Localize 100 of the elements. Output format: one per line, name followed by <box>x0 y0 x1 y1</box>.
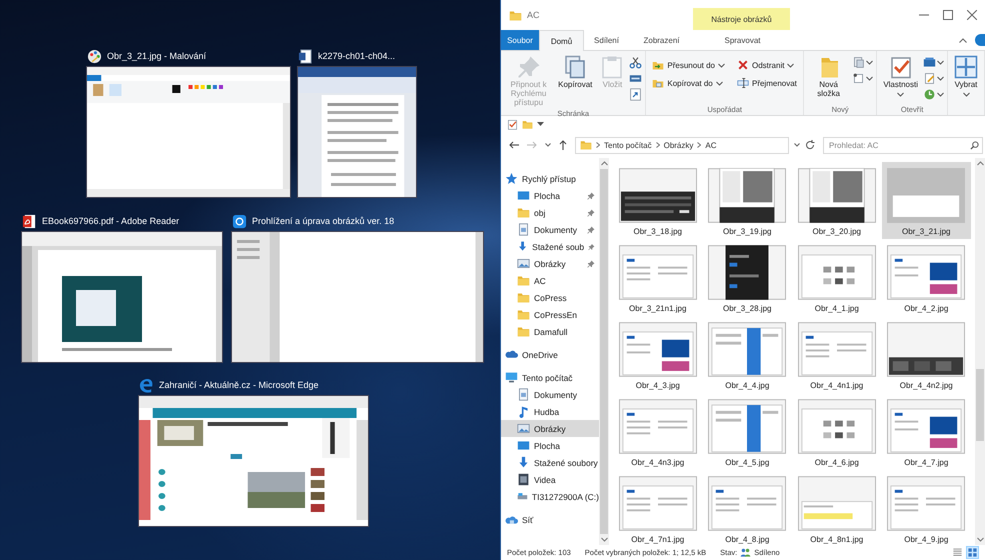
folder-arrow-icon <box>652 59 664 71</box>
ribbon-button[interactable]: Přejmenovat <box>734 74 800 92</box>
nav-item[interactable]: CoPress <box>501 289 599 306</box>
ribbon-tab[interactable]: Sdílení <box>584 30 629 50</box>
scroll-down-icon[interactable] <box>600 537 608 542</box>
palette-icon <box>87 48 102 64</box>
help-icon[interactable] <box>975 34 985 46</box>
folder-icon <box>517 274 530 287</box>
ribbon-button[interactable] <box>923 72 944 85</box>
shortcut-icon <box>629 88 642 101</box>
nav-item[interactable]: CoPressEn <box>501 306 599 323</box>
ribbon-tab[interactable]: Spravovat <box>694 30 791 50</box>
window-title: AC <box>527 10 540 20</box>
up-arrow-icon[interactable] <box>559 140 567 150</box>
large-icons-view-icon[interactable] <box>966 546 979 559</box>
file-item[interactable]: Obr_3_19.jpg <box>702 162 792 239</box>
ribbon-button[interactable]: Vybrat <box>951 54 981 98</box>
nav-item[interactable]: Stažené soub <box>501 238 599 255</box>
file-item[interactable]: Obr_3_21n1.jpg <box>613 239 702 316</box>
caret-icon <box>866 60 874 65</box>
file-item[interactable]: Obr_4_4n2.jpg <box>882 316 971 393</box>
scrollbar-thumb[interactable] <box>976 369 984 441</box>
nav-item[interactable]: Dokumenty <box>501 221 599 238</box>
ribbon-button[interactable] <box>923 56 944 69</box>
nav-item[interactable]: Stažené soubory <box>501 454 599 471</box>
nav-item[interactable]: Plocha <box>501 437 599 454</box>
window-preview[interactable] <box>139 396 368 526</box>
ribbon-button[interactable] <box>629 88 642 101</box>
nav-item[interactable]: Dokumenty <box>501 386 599 403</box>
nav-item[interactable]: Obrázky <box>501 420 599 437</box>
ribbon-tab[interactable]: Soubor <box>501 30 539 50</box>
caret-icon[interactable] <box>545 143 551 147</box>
nav-item[interactable]: Tento počítač <box>501 369 599 386</box>
nav-item[interactable]: obj <box>501 204 599 221</box>
file-item[interactable]: Obr_4_4n1.jpg <box>792 316 882 393</box>
ribbon-button[interactable]: Vlastnosti <box>880 54 921 98</box>
scroll-up-icon[interactable] <box>600 161 608 166</box>
file-item[interactable]: Obr_4_2.jpg <box>882 239 971 316</box>
file-item[interactable]: Obr_4_4n3.jpg <box>613 393 702 470</box>
file-item[interactable]: Obr_4_4.jpg <box>702 316 792 393</box>
file-item[interactable]: Obr_3_18.jpg <box>613 162 702 239</box>
file-item[interactable]: Obr_4_3.jpg <box>613 316 702 393</box>
document-icon <box>517 388 530 401</box>
file-item[interactable]: Obr_3_28.jpg <box>702 239 792 316</box>
ribbon-button[interactable] <box>852 72 874 85</box>
ribbon-button[interactable]: Kopírovat do <box>649 74 728 92</box>
maximize-button[interactable] <box>943 10 953 20</box>
caret-icon <box>937 76 944 81</box>
ribbon-tab[interactable]: Zobrazení <box>629 30 694 50</box>
scroll-down-icon[interactable] <box>976 537 984 542</box>
file-item[interactable]: Obr_4_6.jpg <box>792 393 882 470</box>
file-item[interactable]: Obr_4_7n1.jpg <box>613 470 702 545</box>
ribbon-button[interactable]: Odstranit <box>734 56 800 74</box>
nav-item[interactable]: Plocha <box>501 187 599 204</box>
file-item[interactable]: Obr_3_21.jpg <box>882 162 971 239</box>
checklist-icon[interactable] <box>507 118 518 130</box>
file-item[interactable]: Obr_4_5.jpg <box>702 393 792 470</box>
nav-item[interactable]: Rychlý přístup <box>501 170 599 187</box>
copy-icon <box>563 55 588 79</box>
address-bar[interactable]: Tento počítač Obrázky AC <box>575 136 789 154</box>
file-item[interactable]: Obr_3_20.jpg <box>792 162 882 239</box>
nav-item[interactable]: Hudba <box>501 403 599 420</box>
refresh-icon[interactable] <box>805 140 815 150</box>
file-item[interactable]: Obr_4_8n1.jpg <box>792 470 882 545</box>
folder-icon <box>509 8 522 22</box>
file-item[interactable]: Obr_4_8.jpg <box>702 470 792 545</box>
nav-item[interactable]: Síť <box>501 511 599 528</box>
caret-icon[interactable] <box>794 143 800 147</box>
breadcrumb[interactable]: Obrázky <box>664 140 694 150</box>
window-preview[interactable] <box>22 232 222 362</box>
folder-icon <box>580 139 592 151</box>
nav-item[interactable]: OneDrive <box>501 346 599 363</box>
ribbon-button[interactable]: Nová složka <box>806 54 850 100</box>
collapse-ribbon-icon[interactable] <box>959 38 967 42</box>
delete-icon <box>736 59 749 71</box>
nav-item[interactable]: Videa <box>501 471 599 488</box>
nav-item[interactable]: Obrázky <box>501 255 599 272</box>
desktop-icon <box>517 189 530 202</box>
ribbon-button[interactable] <box>629 56 642 69</box>
ribbon-button[interactable]: Kopírovat <box>555 54 596 91</box>
ribbon-button[interactable] <box>923 88 944 101</box>
file-item[interactable]: Obr_4_7.jpg <box>882 393 971 470</box>
breadcrumb[interactable]: Tento počítač <box>604 140 652 150</box>
search-field[interactable]: Prohledat: AC <box>823 136 983 154</box>
file-item[interactable]: Obr_4_9.jpg <box>882 470 971 545</box>
window-preview[interactable] <box>298 67 416 197</box>
nav-item[interactable]: TI31272900A (C:) <box>501 488 599 505</box>
ribbon-tab[interactable]: Domů <box>539 30 584 51</box>
cloud-icon <box>505 348 518 361</box>
scroll-up-icon[interactable] <box>976 161 984 166</box>
ribbon-button[interactable] <box>852 56 874 69</box>
dropdown-icon[interactable] <box>537 122 544 126</box>
file-item[interactable]: Obr_4_1.jpg <box>792 239 882 316</box>
ribbon-button[interactable]: Přesunout do <box>649 56 728 74</box>
close-button[interactable] <box>967 10 977 20</box>
scrollbar-thumb[interactable] <box>600 169 608 534</box>
back-arrow-icon[interactable] <box>509 141 519 149</box>
nav-item[interactable]: Damafull <box>501 323 599 340</box>
nav-item[interactable]: AC <box>501 272 599 289</box>
breadcrumb[interactable]: AC <box>705 140 717 150</box>
